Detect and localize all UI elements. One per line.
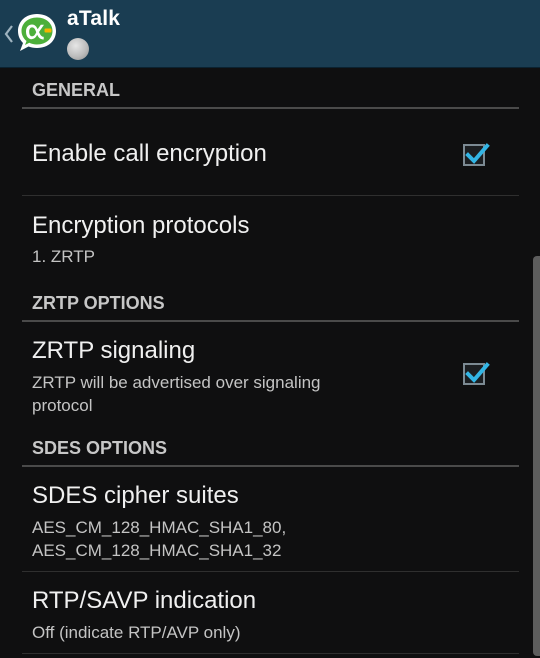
category-divider: [22, 465, 519, 467]
pref-summary: Off (indicate RTP/AVP only): [32, 623, 241, 642]
pref-title: Encryption protocols: [32, 212, 250, 239]
scrollbar[interactable]: [533, 256, 540, 656]
action-bar: aTalk: [0, 0, 540, 68]
atalk-logo-icon[interactable]: [15, 11, 59, 55]
chevron-left-icon[interactable]: [3, 20, 15, 48]
category-header-zrtp: ZRTP OPTIONS: [32, 293, 165, 313]
category-header-sdes: SDES OPTIONS: [32, 438, 168, 458]
preferences-list: GENERAL Enable call encryption Encryptio…: [0, 68, 540, 658]
pref-summary: 1. ZRTP: [32, 247, 95, 266]
checkbox-enable-call-encryption[interactable]: [463, 143, 490, 166]
pref-title: RTP/SAVP indication: [32, 587, 257, 614]
checkmark-icon: [465, 362, 490, 383]
item-divider: [22, 195, 519, 196]
checkmark-icon: [465, 143, 490, 164]
item-divider: [22, 653, 519, 654]
category-divider: [22, 107, 519, 109]
pref-title: SDES cipher suites: [32, 482, 239, 509]
presence-status-icon[interactable]: [67, 38, 89, 60]
pref-title: Enable call encryption: [32, 140, 267, 167]
category-divider: [22, 320, 519, 322]
item-divider: [22, 571, 519, 572]
checkbox-zrtp-signaling[interactable]: [463, 362, 490, 385]
pref-title: ZRTP signaling: [32, 337, 196, 364]
pref-summary: protocol: [32, 396, 93, 415]
app-title: aTalk: [67, 7, 121, 30]
pref-summary: AES_CM_128_HMAC_SHA1_32: [32, 541, 282, 560]
pref-summary: AES_CM_128_HMAC_SHA1_80,: [32, 518, 287, 537]
pref-summary: ZRTP will be advertised over signaling: [32, 373, 321, 392]
category-header-general: GENERAL: [32, 80, 121, 100]
